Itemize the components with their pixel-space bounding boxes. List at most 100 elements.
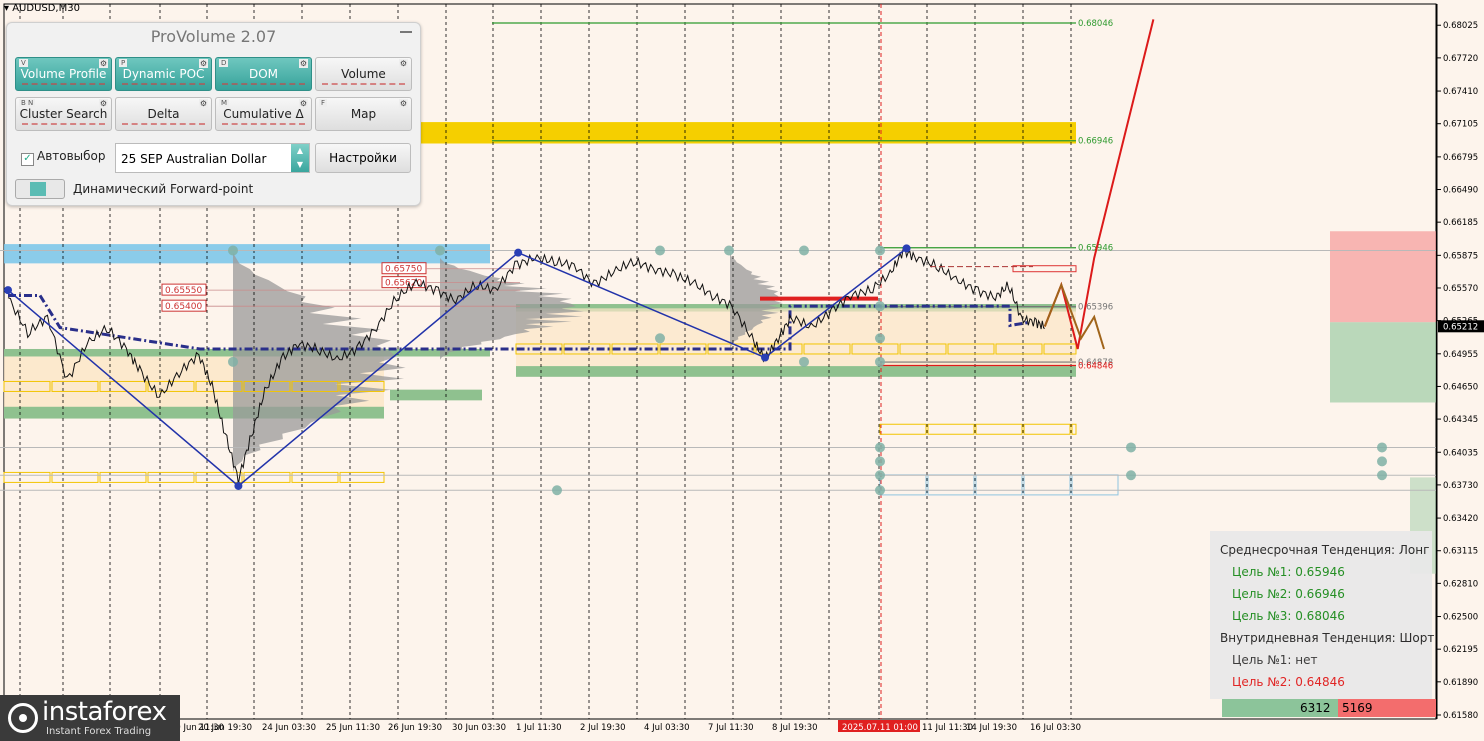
spinner-arrows-icon[interactable]: ▲ ▼: [291, 144, 309, 172]
gear-icon[interactable]: ⚙: [298, 59, 308, 68]
level-marker: [875, 485, 885, 496]
key-level-label: 0.64846: [1078, 361, 1113, 371]
price-tick-label: 0.61580: [1443, 711, 1478, 721]
price-tick-label: 0.67720: [1443, 54, 1478, 64]
dynamic-poc-button[interactable]: P ⚙ Dynamic POC: [115, 57, 212, 91]
hotkey-n: N: [28, 99, 34, 107]
volume-button[interactable]: ⚙ Volume: [315, 57, 412, 91]
level-marker: [875, 442, 885, 453]
gear-icon[interactable]: ⚙: [398, 59, 408, 68]
delta-button[interactable]: ⚙ Delta: [115, 97, 212, 131]
time-tick-label: 1 Jul 11:30: [516, 723, 562, 733]
price-tick-label: 0.63730: [1443, 481, 1478, 491]
price-tick-label: 0.66795: [1443, 153, 1478, 163]
trend-info-box: Среднесрочная Тенденция: Лонг Цель №1: 0…: [1210, 531, 1435, 699]
price-tag-label: 0.65550: [165, 286, 202, 296]
time-tick-label: 30 Jun 03:30: [452, 723, 506, 733]
price-tick-label: 0.62810: [1443, 579, 1478, 589]
gear-icon[interactable]: ⚙: [298, 99, 308, 108]
settings-button[interactable]: Настройки: [315, 143, 411, 173]
status-dots: [222, 123, 305, 127]
price-tick-label: 0.67410: [1443, 87, 1478, 97]
instrument-select[interactable]: 25 SEP Australian Dollar ▲ ▼: [115, 143, 310, 173]
zone-band: [516, 366, 1076, 377]
button-label: Map: [350, 107, 377, 121]
dom-button[interactable]: D ⚙ DOM: [215, 57, 312, 91]
button-label: Volume: [341, 67, 386, 81]
button-label: Cumulative Δ: [223, 107, 304, 121]
key-level-label: 0.66946: [1078, 137, 1113, 147]
intraday-trend-text: Внутридневная Тенденция: Шорт: [1220, 631, 1435, 645]
gear-icon[interactable]: ⚙: [398, 99, 408, 108]
button-label: Dynamic POC: [122, 67, 205, 81]
logo-icon: [8, 703, 38, 733]
key-level-label: 0.68046: [1078, 19, 1113, 29]
target-1: Цель №1: 0.65946: [1232, 565, 1345, 579]
symbol-text: AUDUSD,M30: [12, 3, 80, 14]
level-marker: [655, 333, 665, 344]
price-tick-label: 0.64650: [1443, 382, 1478, 392]
check-icon[interactable]: ✓: [21, 153, 34, 166]
zigzag-pivot: [4, 286, 12, 295]
level-marker: [552, 485, 562, 496]
minimize-icon[interactable]: [400, 31, 412, 33]
gear-icon[interactable]: ⚙: [98, 59, 108, 68]
price-tick-label: 0.65570: [1443, 284, 1478, 294]
button-label: Volume Profile: [20, 67, 107, 81]
price-tick-label: 0.64345: [1443, 415, 1478, 425]
status-dots: [322, 83, 405, 87]
time-tick-label: 4 Jul 03:30: [644, 723, 690, 733]
key-level-label: 0.65396: [1078, 303, 1113, 313]
status-dots: [222, 83, 305, 87]
gear-icon[interactable]: ⚙: [198, 59, 208, 68]
level-marker: [1126, 470, 1136, 481]
level-marker: [875, 470, 885, 481]
target-2: Цель №2: 0.66946: [1232, 587, 1345, 601]
level-marker: [724, 245, 734, 256]
hotkey-label: P: [119, 59, 128, 67]
hotkey-b: B: [21, 99, 26, 107]
time-tick-label: 2025.07.11 01:00: [842, 723, 918, 733]
price-tick-label: 0.63420: [1443, 514, 1478, 524]
volume-profile-button[interactable]: V ⚙ Volume Profile: [15, 57, 112, 91]
hotkey-label: D: [219, 59, 229, 67]
level-marker: [1126, 442, 1136, 453]
forward-point-toggle[interactable]: Динамический Forward-point: [15, 179, 253, 199]
time-tick-label: 2 Jul 19:30: [580, 723, 626, 733]
level-marker: [228, 356, 238, 367]
button-label: DOM: [248, 67, 279, 81]
sell-volume: 5169: [1342, 701, 1373, 715]
time-tick-label: 25 Jun 11:30: [326, 723, 380, 733]
price-tick-label: 0.64955: [1443, 350, 1478, 360]
button-label: Cluster Search: [19, 107, 108, 121]
zigzag-pivot: [761, 353, 770, 362]
buy-volume: 6312: [1300, 701, 1331, 715]
cumulative-delta-button[interactable]: M ⚙ Cumulative Δ: [215, 97, 312, 131]
gear-icon[interactable]: ⚙: [98, 99, 108, 108]
zigzag-pivot: [514, 248, 523, 257]
intra-target-2: Цель №2: 0.64846: [1232, 675, 1345, 689]
logo-subtitle: Instant Forex Trading: [46, 726, 152, 737]
price-tick-label: 0.66490: [1443, 186, 1478, 196]
symbol-label[interactable]: ▾ AUDUSD,M30: [4, 3, 80, 14]
price-tick-label: 0.66185: [1443, 218, 1478, 228]
autoselect-checkbox[interactable]: ✓ Автовыбор: [21, 149, 106, 166]
gear-icon[interactable]: ⚙: [198, 99, 208, 108]
level-marker: [799, 356, 809, 367]
level-marker: [655, 245, 665, 256]
zone-band: [4, 244, 490, 264]
provolume-panel: ProVolume 2.07 V ⚙ Volume Profile P ⚙ Dy…: [6, 22, 421, 206]
volume-balance-bar: 6312 5169: [1222, 699, 1436, 717]
toggle-switch[interactable]: [15, 179, 65, 199]
sell-volume-fill: 5169: [1338, 699, 1436, 717]
level-marker: [875, 301, 885, 312]
cluster-search-button[interactable]: B N ⚙ Cluster Search: [15, 97, 112, 131]
hotkey-label: M: [219, 99, 230, 107]
level-marker: [799, 245, 809, 256]
price-tag-label: 0.65400: [165, 302, 202, 312]
status-dots: [122, 83, 205, 87]
status-dots: [22, 83, 105, 87]
map-button[interactable]: F ⚙ Map: [315, 97, 412, 131]
price-tick-label: 0.68025: [1443, 21, 1478, 31]
zone-band: [390, 389, 482, 401]
